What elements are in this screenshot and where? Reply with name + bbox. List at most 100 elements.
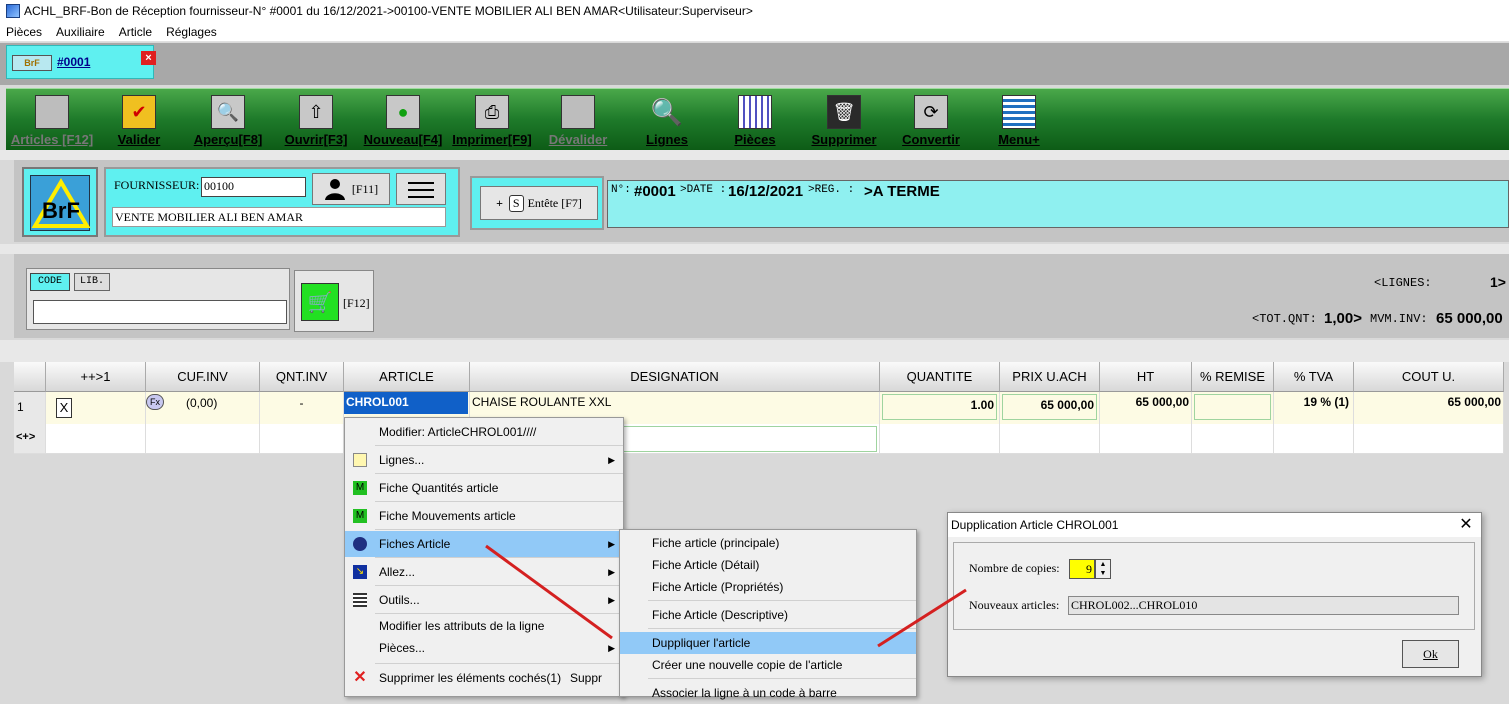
toolbar-menu-button[interactable]: Menu+ bbox=[988, 89, 1050, 151]
tools-icon bbox=[353, 593, 367, 607]
toolbar-valider-button[interactable]: ✔ Valider bbox=[108, 89, 170, 151]
row1-qnt-cell[interactable]: - bbox=[260, 392, 344, 424]
ctx-supprimer-coches[interactable]: ✕ Supprimer les éléments cochés(1) Suppr bbox=[345, 665, 623, 691]
toolbar-devalider-button[interactable]: Dévalider bbox=[542, 89, 614, 151]
grid-header-designation[interactable]: DESIGNATION bbox=[470, 362, 880, 392]
ctx-outils[interactable]: Outils... ▶ bbox=[345, 587, 623, 613]
main-toolbar: Articles [F12] ✔ Valider 🔍 Aperçu[F8] ⇧ Ouv… bbox=[6, 88, 1509, 150]
menu-article[interactable]: Article bbox=[119, 25, 152, 39]
article-search-input[interactable] bbox=[33, 300, 287, 324]
row2-cell[interactable] bbox=[260, 424, 344, 454]
ctx-lignes[interactable]: Lignes... ▶ bbox=[345, 447, 623, 473]
row1-prix-cell[interactable]: 65 000,00 bbox=[1000, 392, 1100, 424]
grid-header-quantite[interactable]: QUANTITE bbox=[880, 362, 1000, 392]
document-tab[interactable]: BrF #0001 × bbox=[6, 45, 156, 79]
toolbar-nouveau-button[interactable]: ● Nouveau[F4] bbox=[360, 89, 446, 151]
green-m-icon: M bbox=[353, 481, 367, 495]
grid-header-select[interactable]: ++>1 bbox=[46, 362, 146, 392]
sub-fiche-proprietes[interactable]: Fiche Article (Propriétés) bbox=[620, 576, 916, 598]
code-toggle-button[interactable]: CODE bbox=[30, 273, 70, 291]
ctx-modifier-article[interactable]: Modifier: ArticleCHROL001//// bbox=[345, 419, 623, 445]
row1-quantite-cell[interactable]: 1.00 bbox=[880, 392, 1000, 424]
row1-select-cell[interactable]: X bbox=[46, 392, 146, 424]
ctx-allez[interactable]: ↘ Allez... ▶ bbox=[345, 559, 623, 585]
grid-header-tva[interactable]: % TVA bbox=[1274, 362, 1354, 392]
doc-number-value: #0001 bbox=[634, 183, 676, 200]
doc-date-label: >DATE : bbox=[680, 184, 727, 196]
toolbar-convertir-button[interactable]: ⟳ Convertir bbox=[896, 89, 966, 151]
row2-new-line[interactable]: <+> bbox=[14, 424, 46, 454]
app-icon bbox=[6, 4, 20, 18]
copies-label: Nombre de copies: bbox=[969, 561, 1060, 575]
supplier-label: FOURNISSEUR: bbox=[114, 178, 200, 192]
toolbar-supprimer-button[interactable]: 🗑 Supprimer bbox=[806, 89, 882, 151]
supplier-name-field[interactable]: VENTE MOBILIER ALI BEN AMAR bbox=[112, 207, 446, 227]
grid-header-article[interactable]: ARTICLE bbox=[344, 362, 470, 392]
copies-spinner[interactable]: ▲ ▼ bbox=[1095, 559, 1111, 579]
hamburger-icon bbox=[408, 182, 434, 184]
menu-pieces[interactable]: Pièces bbox=[6, 25, 42, 39]
document-number-link[interactable]: #0001 bbox=[57, 55, 90, 69]
red-x-icon: ✕ bbox=[353, 669, 367, 686]
sub-fiche-detail[interactable]: Fiche Article (Détail) bbox=[620, 554, 916, 576]
row2-cell[interactable] bbox=[880, 424, 1000, 454]
ctx-modifier-attributs[interactable]: Modifier les attributs de la ligne bbox=[345, 615, 623, 637]
supplier-lookup-button[interactable]: [F11] bbox=[312, 173, 390, 205]
ctx-fiches-article[interactable]: Fiches Article ▶ bbox=[345, 531, 623, 557]
row1-tva-cell[interactable]: 19 % (1) bbox=[1274, 392, 1354, 424]
row2-cell[interactable] bbox=[1354, 424, 1504, 454]
doc-number-label: N°: bbox=[611, 184, 631, 196]
grid-header-cuf-inv[interactable]: CUF.INV bbox=[146, 362, 260, 392]
supplier-code-field[interactable]: 00100 bbox=[201, 177, 306, 197]
supplier-menu-button[interactable] bbox=[396, 173, 446, 205]
row2-cell[interactable] bbox=[1100, 424, 1192, 454]
toolbar-imprimer-button[interactable]: ⎙ Imprimer[F9] bbox=[450, 89, 534, 151]
toolbar-lignes-button[interactable]: 🔍 Lignes bbox=[636, 89, 698, 151]
grid-header-qnt-inv[interactable]: QNT.INV bbox=[260, 362, 344, 392]
menu-auxiliaire[interactable]: Auxiliaire bbox=[56, 25, 105, 39]
ctx-pieces[interactable]: Pièces... ▶ bbox=[345, 637, 623, 659]
toolbar-ouvrir-button[interactable]: ⇧ Ouvrir[F3] bbox=[280, 89, 352, 151]
grid-header-rownum bbox=[14, 362, 46, 392]
row1-remise-cell[interactable] bbox=[1192, 392, 1274, 424]
row2-cell[interactable] bbox=[146, 424, 260, 454]
grid-header-ht[interactable]: HT bbox=[1100, 362, 1192, 392]
ctx-fiche-mouvements[interactable]: M Fiche Mouvements article bbox=[345, 503, 623, 529]
sub-associer-code-barre[interactable]: Associer la ligne à un code à barre bbox=[620, 682, 916, 704]
row1-cout-cell[interactable]: 65 000,00 bbox=[1354, 392, 1504, 424]
fx-icon[interactable]: Fx bbox=[146, 394, 164, 410]
row1-cuf-cell[interactable]: Fx (0,00) bbox=[146, 392, 260, 424]
toolbar-apercu-button[interactable]: 🔍 Aperçu[F8] bbox=[190, 89, 266, 151]
grid-header-prix[interactable]: PRIX U.ACH bbox=[1000, 362, 1100, 392]
spin-up-icon[interactable]: ▲ bbox=[1096, 560, 1110, 569]
sub-fiche-descriptive[interactable]: Fiche Article (Descriptive) bbox=[620, 604, 916, 626]
sub-creer-copie[interactable]: Créer une nouvelle copie de l'article bbox=[620, 654, 916, 676]
close-icon[interactable]: ✕ bbox=[1454, 513, 1478, 537]
check-icon: ✔ bbox=[122, 95, 156, 129]
ok-button[interactable]: Ok bbox=[1402, 640, 1459, 668]
close-tab-button[interactable]: × bbox=[141, 51, 156, 65]
add-to-cart-button[interactable]: 🛒 [F12] bbox=[294, 270, 374, 332]
row2-cell[interactable] bbox=[1274, 424, 1354, 454]
row1-ht-cell[interactable]: 65 000,00 bbox=[1100, 392, 1192, 424]
spin-down-icon[interactable]: ▼ bbox=[1096, 569, 1110, 578]
toolbar-articles-button[interactable]: Articles [F12] bbox=[6, 89, 98, 151]
toolbar-pieces-button[interactable]: Pièces bbox=[724, 89, 786, 151]
entete-button[interactable]: + S Entête [F7] bbox=[480, 186, 598, 220]
grid-header-cout[interactable]: COUT U. bbox=[1354, 362, 1504, 392]
row2-cell[interactable] bbox=[46, 424, 146, 454]
menu-reglages[interactable]: Réglages bbox=[166, 25, 217, 39]
unvalidate-icon bbox=[561, 95, 595, 129]
copies-input[interactable]: 9 bbox=[1069, 559, 1095, 579]
submenu-arrow-icon: ▶ bbox=[608, 643, 615, 653]
grid-header-remise[interactable]: % REMISE bbox=[1192, 362, 1274, 392]
sub-duppliquer-article[interactable]: Duppliquer l'article bbox=[620, 632, 916, 654]
brf-badge: BrF bbox=[12, 55, 52, 71]
sub-fiche-principale[interactable]: Fiche article (principale) bbox=[620, 532, 916, 554]
row1-checkbox[interactable]: X bbox=[56, 398, 72, 418]
row2-cell[interactable] bbox=[1000, 424, 1100, 454]
printer-icon: ⎙ bbox=[475, 95, 509, 129]
row2-cell[interactable] bbox=[1192, 424, 1274, 454]
ctx-fiche-quantites[interactable]: M Fiche Quantités article bbox=[345, 475, 623, 501]
lib-toggle-button[interactable]: LIB. bbox=[74, 273, 110, 291]
